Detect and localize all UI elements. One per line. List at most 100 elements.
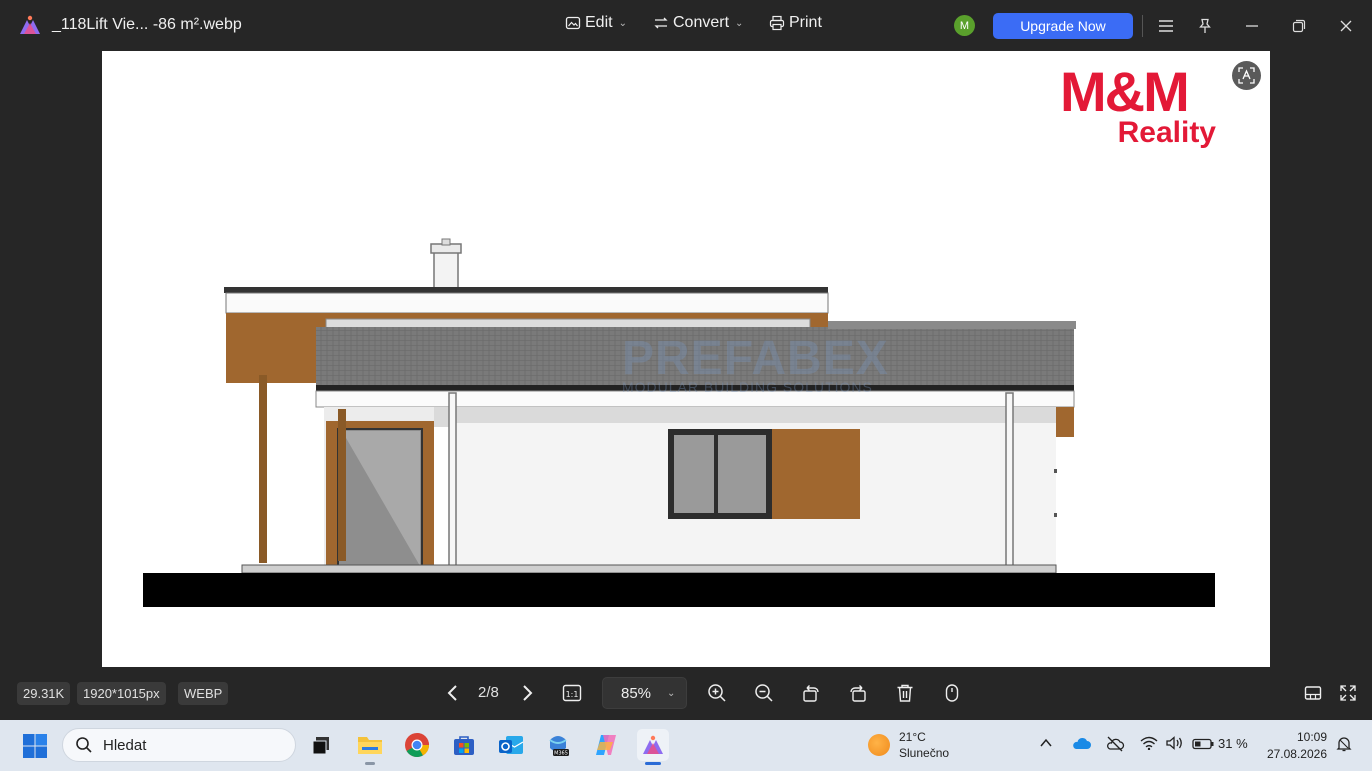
trash-icon: [897, 684, 913, 702]
watermark-subtext: MODULAR BUILDING SOLUTIONS: [622, 379, 873, 395]
microsoft-365-icon: M365: [549, 736, 569, 757]
network-tray[interactable]: [1140, 736, 1158, 750]
chevron-right-icon: [523, 685, 533, 701]
zoom-select[interactable]: 85% ⌄: [602, 677, 687, 709]
battery-percent: 31 %: [1218, 736, 1248, 751]
sync-off-tray[interactable]: [1105, 736, 1125, 752]
notification-bell-icon[interactable]: [1336, 736, 1352, 752]
actual-size-icon: 1:1: [562, 684, 582, 702]
convert-icon: [654, 17, 668, 29]
brand-logo-mm: M&M: [1060, 60, 1190, 123]
windows-start-icon[interactable]: [22, 733, 48, 759]
onedrive-tray[interactable]: [1071, 736, 1091, 750]
file-size-badge: 29.31K: [17, 682, 71, 705]
pin-icon[interactable]: [1192, 13, 1218, 39]
scan-text-icon: [1238, 67, 1255, 84]
zoom-out-icon: [755, 684, 773, 702]
print-label: Print: [789, 14, 822, 31]
rotate-left-icon: [803, 685, 819, 702]
dimensions-badge: 1920*1015px: [77, 682, 166, 705]
watermark-text: PREFABEX: [622, 332, 889, 385]
printer-icon: [769, 15, 785, 31]
divider: [1142, 15, 1143, 37]
image-viewer-app-icon: [643, 735, 663, 754]
show-hidden-icons-button[interactable]: [1039, 736, 1053, 750]
convert-menu-label: Convert: [673, 14, 730, 31]
app-logo-icon: [20, 15, 40, 34]
bottom-toolbar: 29.31K 1920*1015px WEBP 2/8 1:1 85% ⌄: [0, 667, 1372, 720]
image-viewer-window: _118Lift Vie... -86 m².webp Edit ⌄ Conve…: [0, 0, 1372, 720]
clock-time: 10:09: [1296, 730, 1327, 744]
chevron-down-icon: ⌄: [735, 17, 744, 29]
battery-tray[interactable]: 31 %: [1192, 736, 1248, 751]
close-icon[interactable]: [1333, 13, 1359, 39]
wifi-icon: [1140, 736, 1158, 750]
actual-size-button[interactable]: 1:1: [560, 681, 584, 705]
title-bar: _118Lift Vie... -86 m².webp Edit ⌄ Conve…: [0, 0, 1372, 51]
edit-image-icon: [565, 16, 581, 30]
taskbar-outlook[interactable]: [495, 729, 527, 761]
thumbnail-strip-button[interactable]: [1301, 681, 1325, 705]
taskbar-task-view[interactable]: [305, 729, 337, 761]
task-view-icon: [312, 737, 329, 755]
zoom-value: 85%: [621, 684, 652, 702]
onedrive-cloud-icon: [1073, 737, 1091, 749]
search-placeholder: Hledat: [103, 736, 147, 754]
weather-description: Slunečno: [899, 746, 950, 760]
hamburger-menu-icon[interactable]: [1153, 13, 1179, 39]
taskbar-store[interactable]: [448, 729, 480, 761]
user-avatar[interactable]: M: [954, 15, 975, 36]
edit-menu[interactable]: Edit ⌄: [565, 14, 627, 32]
copilot-icon: [596, 735, 616, 755]
clock-date: 27.08.2026: [1266, 747, 1327, 761]
file-title: _118Lift Vie... -86 m².webp: [52, 16, 242, 33]
zoom-in-button[interactable]: [705, 681, 729, 705]
chevron-left-icon: [447, 685, 457, 701]
chevron-down-icon: ⌄: [618, 17, 627, 29]
actual-size-label: 1:1: [566, 690, 579, 699]
image-canvas[interactable]: PREFABEX MODULAR BUILDING SOLUTIONS M&M …: [102, 51, 1270, 667]
search-icon: [76, 737, 92, 753]
sunny-icon: [868, 734, 890, 756]
battery-icon: [1192, 738, 1214, 749]
chrome-icon: [405, 733, 429, 758]
chevron-down-icon: ⌄: [667, 687, 676, 699]
rotate-right-button[interactable]: [846, 681, 870, 705]
zoom-out-button[interactable]: [752, 681, 776, 705]
taskbar-m365[interactable]: M365: [542, 729, 574, 761]
taskbar-chrome[interactable]: [401, 729, 433, 761]
next-page-button[interactable]: [515, 681, 539, 705]
format-badge: WEBP: [178, 682, 229, 705]
volume-tray[interactable]: [1166, 736, 1184, 750]
folder-icon: [358, 737, 382, 754]
taskbar-copilot[interactable]: [590, 729, 622, 761]
rotate-left-button[interactable]: [799, 681, 823, 705]
fullscreen-button[interactable]: [1336, 681, 1360, 705]
text-recognition-button[interactable]: [1232, 61, 1261, 90]
taskbar-file-explorer[interactable]: [354, 729, 386, 765]
running-indicator: [365, 762, 375, 765]
delete-button[interactable]: [893, 681, 917, 705]
upgrade-now-button[interactable]: Upgrade Now: [993, 13, 1133, 39]
svg-text:M365: M365: [554, 751, 568, 757]
zoom-in-icon: [708, 684, 726, 702]
taskbar-image-viewer[interactable]: [637, 729, 669, 765]
system-clock[interactable]: 10:09 27.08.2026: [1262, 729, 1327, 763]
weather-widget[interactable]: 21°C Slunečno: [868, 729, 949, 761]
brand-logo: M&M Reality: [1060, 60, 1220, 149]
taskbar-search[interactable]: Hledat: [62, 728, 296, 762]
cloud-off-icon: [1107, 736, 1125, 752]
windows-taskbar: Hledat M365 21°C Slunečno 31 % 10:09 27.…: [0, 720, 1372, 771]
print-button[interactable]: Print: [769, 14, 822, 32]
edit-menu-label: Edit: [585, 14, 613, 31]
rotate-right-icon: [850, 685, 866, 702]
previous-page-button[interactable]: [441, 681, 465, 705]
convert-menu[interactable]: Convert ⌄: [653, 14, 743, 32]
mouse-mode-button[interactable]: [940, 681, 964, 705]
active-indicator: [645, 762, 661, 765]
outlook-icon: [499, 736, 524, 754]
minimize-icon[interactable]: [1239, 13, 1265, 39]
restore-icon[interactable]: [1286, 13, 1312, 39]
weather-temperature: 21°C: [899, 730, 926, 744]
chevron-up-icon: [1040, 738, 1052, 747]
